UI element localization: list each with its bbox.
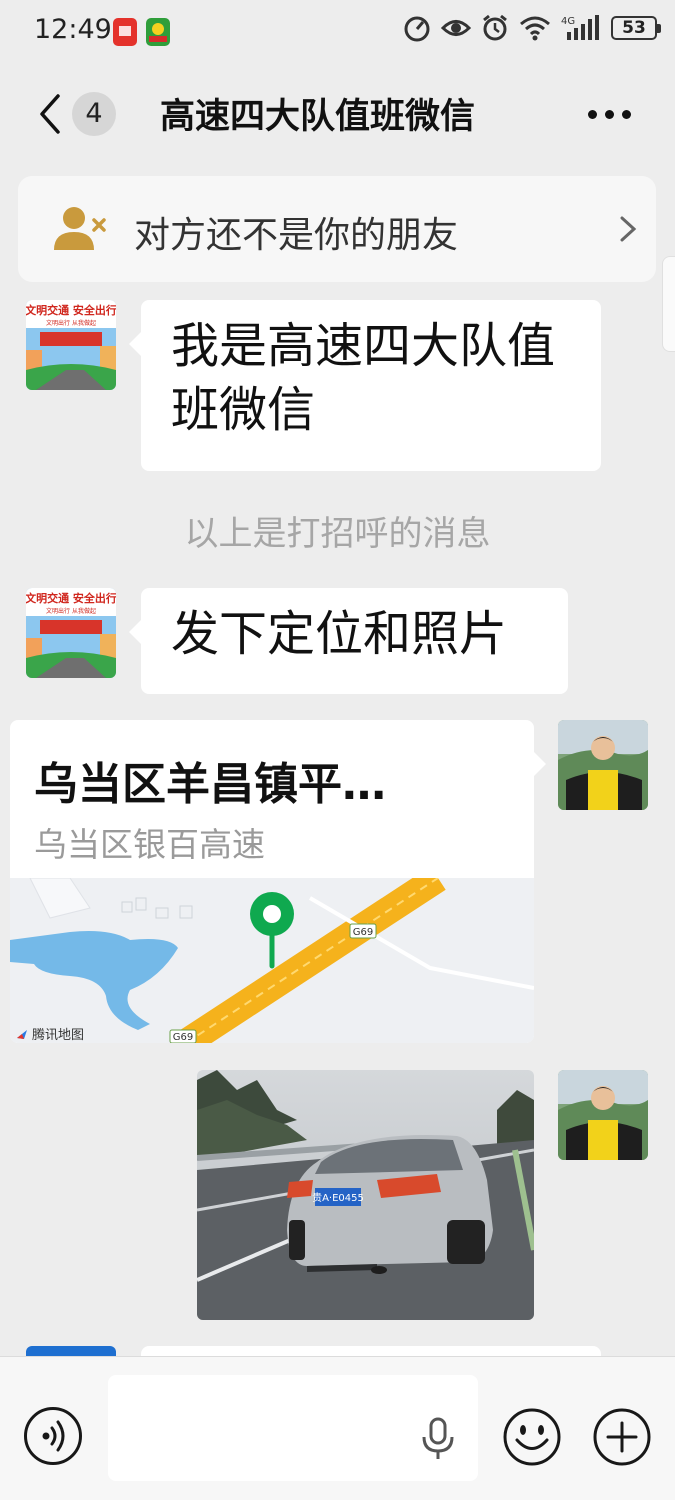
location-message-card[interactable]: 乌当区羊昌镇平… 乌当区银百高速 G69 G69 腾讯地图 xyxy=(10,720,534,1043)
unread-count-badge[interactable]: 4 xyxy=(72,92,116,136)
message-bubble[interactable]: 发下定位和照片 xyxy=(129,588,568,694)
license-plate: 贵A·E0455 xyxy=(312,1191,364,1204)
plus-icon[interactable] xyxy=(592,1407,652,1467)
voice-icon xyxy=(42,1420,65,1452)
avatar-banner-text: 文明交通 安全出行 xyxy=(26,591,116,605)
wifi-icon xyxy=(520,16,550,41)
message-text: 发下定位和照片 xyxy=(171,606,508,662)
not-friend-notice[interactable]: 对方还不是你的朋友 xyxy=(18,176,656,282)
sender-avatar[interactable]: 文明交通 安全出行 文明出行 从我做起 xyxy=(26,300,116,390)
eye-icon xyxy=(441,20,471,36)
location-title: 乌当区羊昌镇平… xyxy=(34,759,386,810)
back-button[interactable] xyxy=(30,90,70,138)
message-text: 我是高速四大队值班微信 xyxy=(171,318,556,438)
alarm-icon xyxy=(483,14,507,41)
network-label: 4G xyxy=(561,16,575,27)
message-bubble[interactable]: 我是高速四大队值班微信 xyxy=(129,300,601,471)
more-options-button[interactable] xyxy=(588,110,638,122)
map-provider-label: 腾讯地图 xyxy=(16,1024,84,1043)
tencent-map-logo-icon xyxy=(17,1029,27,1039)
road-label: G69 xyxy=(353,927,373,938)
chat-title: 高速四大队值班微信 xyxy=(160,97,476,137)
user-remove-icon xyxy=(54,207,106,250)
signal-icon: 4G xyxy=(561,15,599,40)
location-address: 乌当区银百高速 xyxy=(34,825,265,864)
voice-input-button[interactable] xyxy=(24,1407,82,1465)
notice-text: 对方还不是你的朋友 xyxy=(134,215,459,256)
hotspot-icon xyxy=(404,16,430,42)
avatar-banner-text: 文明交通 安全出行 xyxy=(26,303,116,317)
chevron-left-icon xyxy=(40,94,60,134)
nav-bar: 4 高速四大队值班微信 xyxy=(0,66,675,166)
bubble-tail xyxy=(534,752,546,776)
greeting-system-message: 以上是打招呼的消息 xyxy=(184,514,491,554)
sender-avatar[interactable]: 文明交通 安全出行 文明出行 从我做起 xyxy=(26,588,116,678)
map-provider-text: 腾讯地图 xyxy=(32,1028,85,1043)
input-bar xyxy=(0,1356,675,1500)
photo-message[interactable]: 贵A·E0455 xyxy=(197,1070,534,1320)
status-time: 12:49 xyxy=(34,14,112,45)
my-avatar[interactable] xyxy=(558,1070,648,1160)
road-label: G69 xyxy=(173,1032,193,1043)
chevron-right-icon xyxy=(620,216,637,242)
side-scroll-handle[interactable] xyxy=(662,256,675,352)
avatar-sub-text: 文明出行 从我做起 xyxy=(46,319,96,327)
avatar-sub-text: 文明出行 从我做起 xyxy=(46,607,96,615)
location-map-thumbnail: G69 G69 xyxy=(10,878,534,1043)
emoji-icon[interactable] xyxy=(502,1407,562,1467)
microphone-icon[interactable] xyxy=(420,1417,456,1461)
my-avatar[interactable] xyxy=(558,720,648,810)
battery-icon: 53 xyxy=(611,16,661,40)
status-bar: 12:49 4G 53 xyxy=(0,0,675,66)
game-app-icon xyxy=(146,18,170,46)
huawei-app-icon xyxy=(113,18,137,46)
